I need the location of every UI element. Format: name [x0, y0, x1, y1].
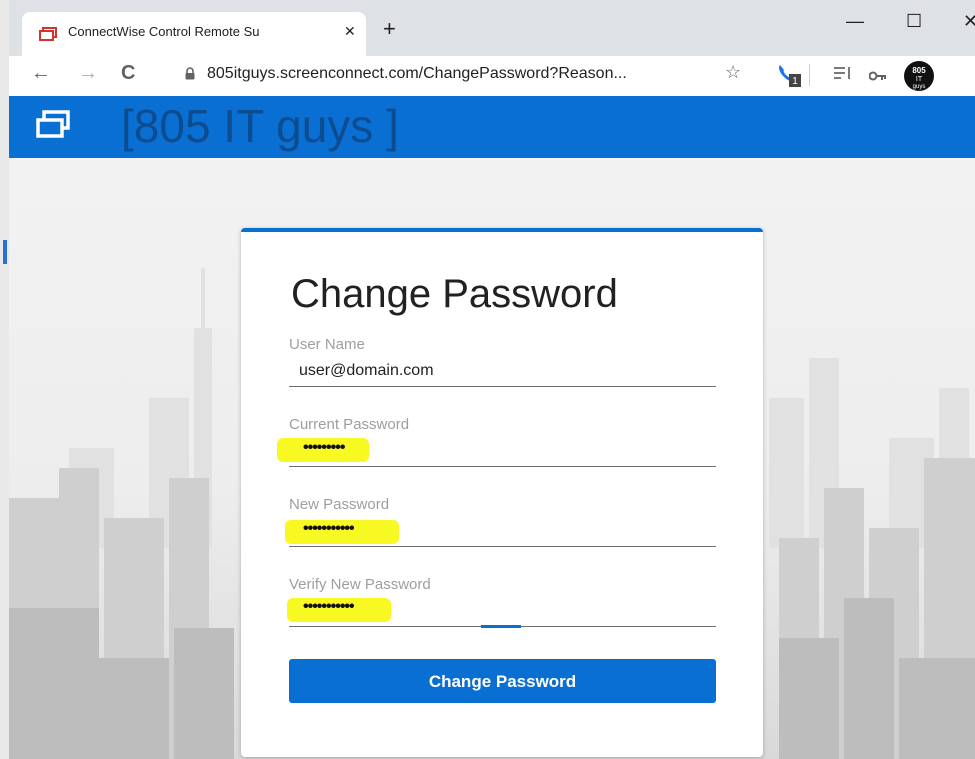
tab-title: ConnectWise Control Remote Su — [68, 24, 260, 39]
user-name-label: User Name — [289, 336, 365, 353]
address-bar[interactable]: 805itguys.screenconnect.com/ChangePasswo… — [169, 60, 749, 90]
brand-name: [805 IT guys ] — [121, 100, 399, 152]
svg-text:guys: guys — [913, 84, 926, 90]
restore-window-icon — [35, 110, 71, 145]
back-button[interactable]: ← — [31, 63, 51, 83]
current-password-label: Current Password — [289, 416, 410, 433]
toolbar-divider — [809, 64, 811, 91]
user-name-value[interactable]: user@domain.com — [299, 362, 434, 380]
verify-new-password-field[interactable]: Verify New Password ••••••••••• — [287, 576, 716, 627]
browser-tab[interactable]: ConnectWise Control Remote Su ✕ — [22, 12, 366, 56]
restore-window-icon — [39, 27, 57, 46]
site-header: [805 IT guys ] — [9, 96, 975, 158]
reload-button[interactable]: C — [121, 63, 135, 83]
close-window-button[interactable]: ✕ — [963, 12, 975, 30]
input-focus-indicator — [481, 625, 521, 628]
maximize-button[interactable]: ☐ — [906, 12, 922, 30]
key-icon[interactable] — [868, 68, 887, 86]
lock-icon — [185, 67, 195, 85]
minimize-button[interactable]: — — [846, 12, 864, 30]
reading-list-icon[interactable] — [834, 66, 852, 85]
phone-extension-icon[interactable]: 1 — [776, 62, 802, 93]
forward-button[interactable]: → — [78, 63, 98, 83]
extension-badge-count: 1 — [792, 76, 798, 87]
new-tab-button[interactable]: + — [383, 18, 396, 40]
tab-close-button[interactable]: ✕ — [344, 23, 356, 40]
url-text[interactable]: 805itguys.screenconnect.com/ChangePasswo… — [207, 65, 627, 83]
change-password-button[interactable]: Change Password — [289, 659, 716, 703]
star-icon[interactable]: ☆ — [725, 62, 741, 83]
current-password-field[interactable]: Current Password ••••••••• — [277, 416, 716, 467]
profile-avatar-icon[interactable]: 805 IT guys — [902, 59, 936, 98]
current-password-value[interactable]: ••••••••• — [303, 439, 345, 457]
user-name-field[interactable]: User Name user@domain.com — [289, 336, 716, 387]
new-password-label: New Password — [289, 496, 390, 513]
svg-text:805: 805 — [912, 66, 926, 75]
change-password-card: Change Password User Name user@domain.co… — [241, 228, 763, 757]
verify-new-password-value[interactable]: ••••••••••• — [303, 598, 355, 616]
svg-text:IT: IT — [916, 76, 923, 83]
left-edge-marker — [3, 240, 7, 264]
browser-tab-strip: ConnectWise Control Remote Su ✕ + — ☐ ✕ — [9, 0, 975, 56]
page-title: Change Password — [291, 272, 618, 316]
verify-new-password-label: Verify New Password — [289, 576, 431, 593]
new-password-field[interactable]: New Password ••••••••••• — [285, 496, 716, 547]
new-password-value[interactable]: ••••••••••• — [303, 520, 355, 538]
browser-toolbar: ← → C 805itguys.screenconnect.com/Change… — [9, 56, 975, 96]
